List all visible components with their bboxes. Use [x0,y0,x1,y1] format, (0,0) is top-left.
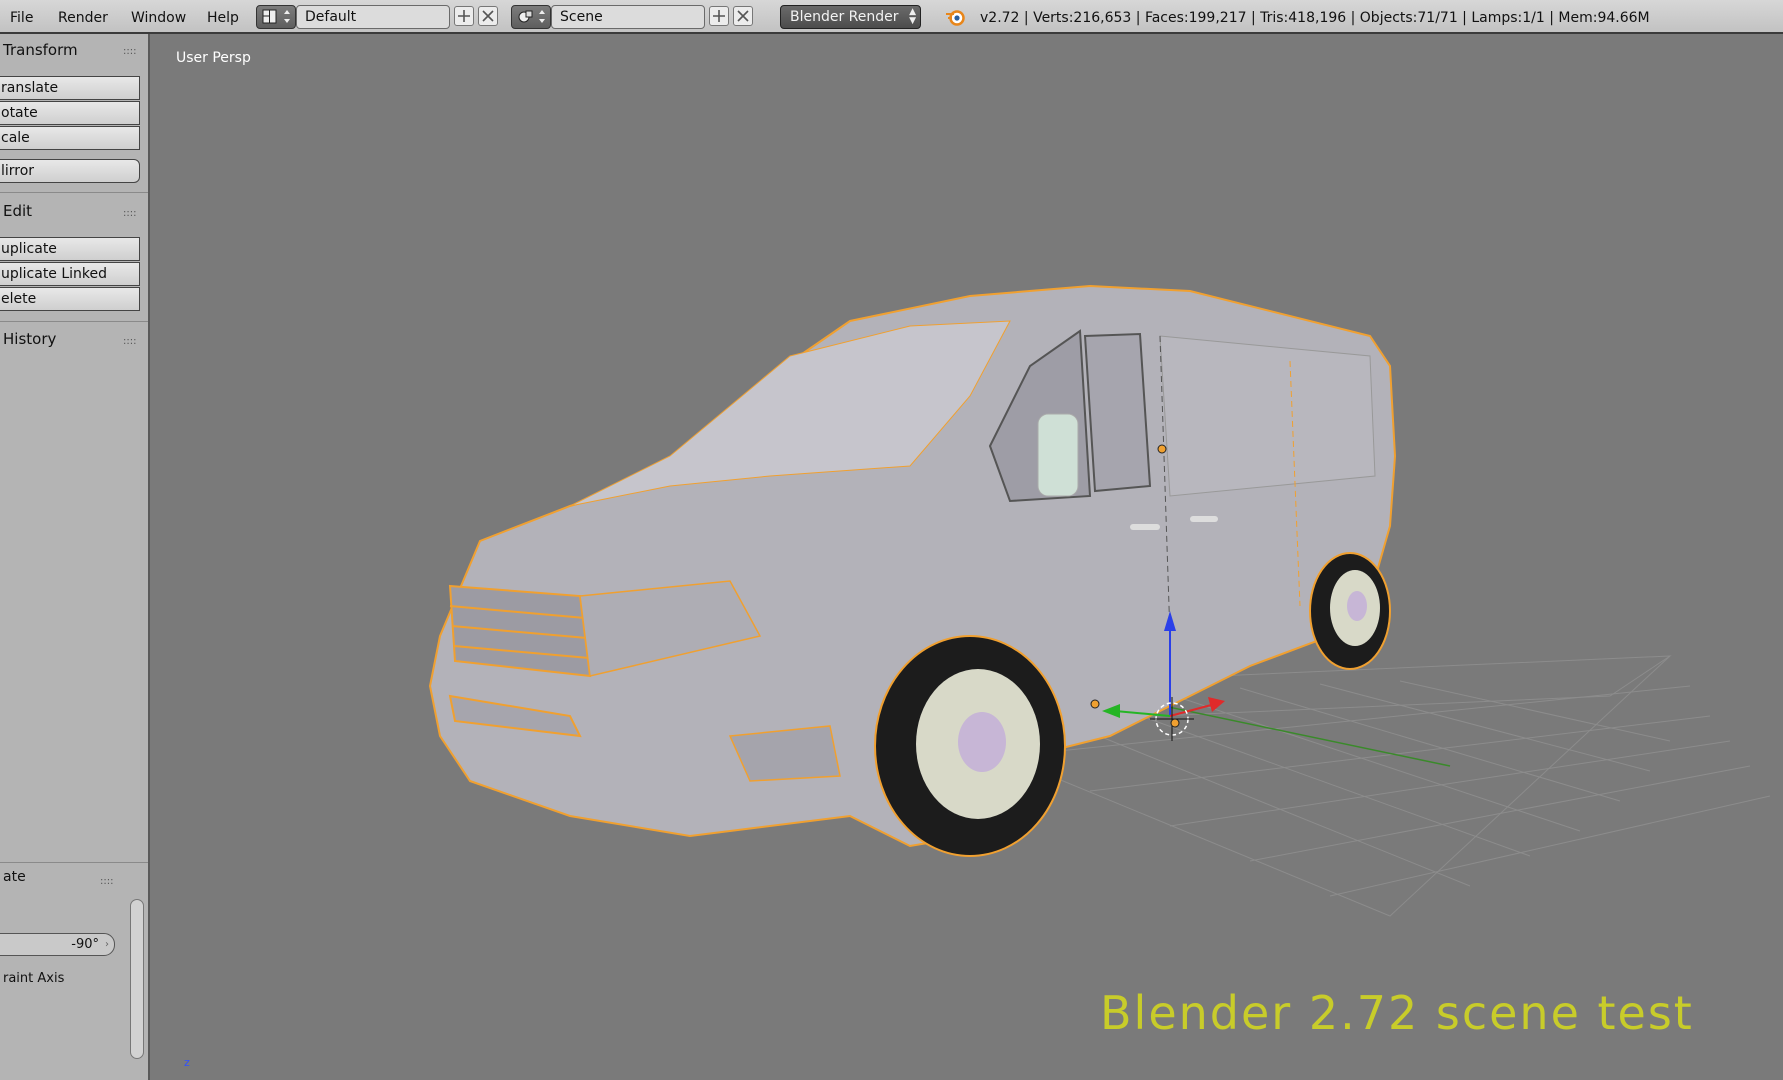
menu-help[interactable]: Help [207,10,239,26]
menu-window[interactable]: Window [131,10,186,26]
close-icon [737,10,749,22]
menu-file[interactable]: File [10,10,33,26]
screen-layout-field[interactable]: Default [296,5,450,29]
scene-selector[interactable] [511,5,551,29]
tool-shelf: Transform :::: ranslate otate cale lirro… [0,34,150,1080]
render-engine-label: Blender Render [790,9,899,25]
panel-separator [0,192,148,193]
angle-value-field[interactable]: -90° › [0,933,115,956]
screen-layout-selector[interactable] [256,5,296,29]
scene-icon [518,10,545,23]
grip-icon[interactable]: :::: [123,336,136,347]
panel-scrollbar[interactable] [130,899,144,1059]
plus-icon [458,10,470,22]
operator-panel-title[interactable]: ate [3,869,26,885]
translate-button[interactable]: ranslate [0,76,140,100]
history-panel-title[interactable]: History [3,330,56,348]
delete-button[interactable]: elete [0,287,140,311]
grip-icon[interactable]: :::: [100,876,113,887]
3d-viewport[interactable]: User Persp Blender 2.72 scene test z [150,36,1783,1080]
menu-render[interactable]: Render [58,10,108,26]
blender-logo-icon [946,10,965,26]
watermark-text: Blender 2.72 scene test [1100,986,1694,1040]
add-layout-button[interactable] [454,6,474,26]
render-engine-dropdown[interactable]: Blender Render ▲ ▼ [780,5,921,29]
panel-separator [0,321,148,322]
grip-icon[interactable]: :::: [123,46,136,57]
duplicate-button[interactable]: uplicate [0,237,140,261]
scene-statistics: v2.72 | Verts:216,653 | Faces:199,217 | … [980,10,1650,26]
delete-scene-button[interactable] [733,6,753,26]
panel-separator [0,862,148,863]
scene-field[interactable]: Scene [551,5,705,29]
angle-value: -90° [71,937,99,952]
dropdown-arrows-icon: ▲ ▼ [909,7,916,26]
scale-button[interactable]: cale [0,126,140,150]
close-icon [482,10,494,22]
edit-panel-title[interactable]: Edit [3,202,32,220]
constraint-axis-label: raint Axis [3,971,65,986]
add-scene-button[interactable] [709,6,729,26]
axis-indicator: z [184,1056,190,1069]
rear-wheel [1309,552,1391,670]
front-wheel [874,635,1066,857]
scene-render [428,284,1771,917]
mirror-button[interactable]: lirror [0,159,140,183]
rotate-button[interactable]: otate [0,101,140,125]
transform-panel-title[interactable]: Transform [3,41,78,59]
info-header: File Render Window Help Default Scene Bl… [0,0,1783,34]
delete-layout-button[interactable] [478,6,498,26]
duplicate-linked-button[interactable]: uplicate Linked [0,262,140,286]
grip-icon[interactable]: :::: [123,208,136,219]
plus-icon [713,10,725,22]
chevron-right-icon: › [105,939,109,950]
screen-layout-icon [262,9,290,24]
